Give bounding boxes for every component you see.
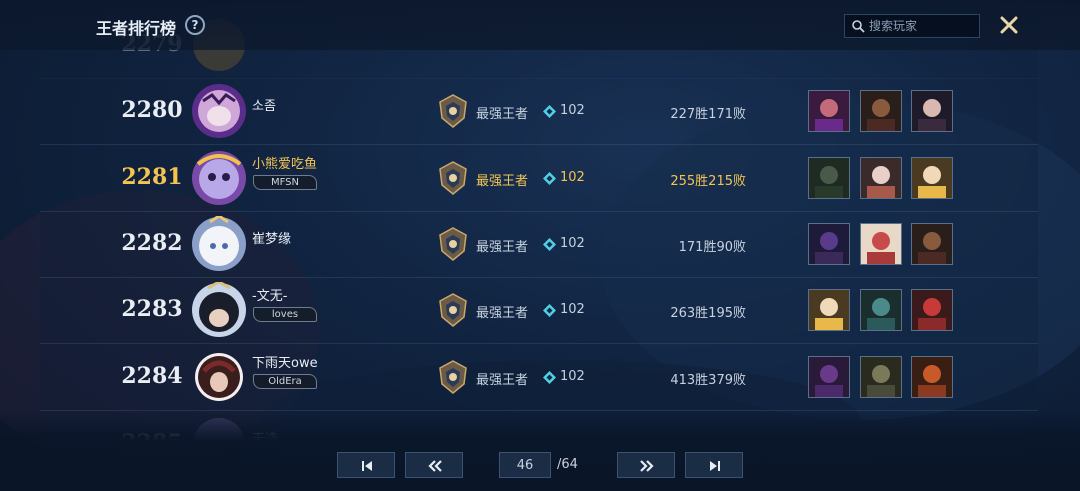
hero-portrait[interactable] [808, 90, 850, 132]
leaderboard-row[interactable]: 2280 소좀 最强王者 102 227胜171败 [40, 78, 1038, 145]
rank-number: 2281 [121, 164, 183, 190]
player-name[interactable]: 下雨天owe [252, 352, 318, 371]
next-page-button[interactable] [617, 452, 675, 478]
hero-portrait[interactable] [808, 223, 850, 265]
hero-portrait[interactable] [860, 223, 902, 265]
first-page-button[interactable] [337, 452, 395, 478]
hero-portrait[interactable] [808, 157, 850, 199]
hero-portrait[interactable] [860, 157, 902, 199]
help-icon[interactable]: ? [185, 15, 205, 35]
leaderboard-row-self[interactable]: 2281 小熊爱吃鱼 MFSN 最强王者 102 255胜215败 [40, 145, 1038, 212]
hero-portrait[interactable] [911, 289, 953, 331]
search-input[interactable] [869, 17, 973, 35]
last-page-button[interactable] [685, 452, 743, 478]
star-icon [543, 172, 556, 185]
hero-portrait[interactable] [911, 223, 953, 265]
win-loss-record: 255胜215败 [670, 174, 746, 189]
rank-number: 2283 [121, 296, 183, 322]
win-loss-record: 227胜171败 [670, 107, 746, 122]
star-count: 102 [560, 170, 585, 185]
search-box[interactable] [844, 14, 980, 38]
tier-emblem-icon [439, 161, 467, 195]
avatar[interactable] [190, 349, 248, 405]
star-icon [543, 304, 556, 317]
tier-emblem-icon [439, 360, 467, 394]
tier-name: 最强王者 [476, 107, 529, 122]
star-count: 102 [560, 103, 585, 118]
first-page-icon [362, 461, 372, 471]
player-name[interactable]: -文无- [252, 285, 287, 304]
win-loss-record: 263胜195败 [670, 306, 746, 321]
hero-portrait[interactable] [808, 289, 850, 331]
hero-portrait[interactable] [911, 157, 953, 199]
hero-portrait[interactable] [808, 356, 850, 398]
win-loss-record: 413胜379败 [670, 373, 746, 388]
double-chevron-right-icon [640, 460, 654, 472]
tier-emblem-icon [439, 293, 467, 327]
hero-portrait[interactable] [860, 289, 902, 331]
avatar[interactable] [190, 214, 248, 272]
leaderboard-row[interactable]: 2284 下雨天owe OldEra 最强王者 102 413胜379败 [40, 344, 1038, 411]
player-name[interactable]: 소좀 [252, 95, 276, 114]
hero-portrait[interactable] [860, 356, 902, 398]
leaderboard-list[interactable]: 2279 2280 소좀 最强王者 102 227胜171败 [40, 12, 1038, 440]
tier-emblem-icon [439, 227, 467, 261]
star-count: 102 [560, 236, 585, 251]
avatar[interactable] [190, 150, 248, 206]
star-count: 102 [560, 302, 585, 317]
hero-portrait[interactable] [860, 90, 902, 132]
page-title: 王者排行榜 [96, 19, 177, 38]
rank-number: 2284 [121, 363, 183, 389]
star-icon [543, 105, 556, 118]
guild-tag: OldEra [253, 374, 317, 389]
player-name[interactable]: 崔梦缘 [252, 228, 291, 247]
pagination: /64 [0, 452, 1080, 478]
rank-number: 2280 [121, 97, 183, 123]
double-chevron-left-icon [428, 460, 442, 472]
tier-emblem-icon [439, 94, 467, 128]
hero-portrait[interactable] [911, 356, 953, 398]
page-number-input[interactable] [499, 452, 551, 478]
tier-name: 最强王者 [476, 306, 529, 321]
leaderboard-row[interactable]: 2282 崔梦缘 最强王者 102 171胜90败 [40, 211, 1038, 278]
star-icon [543, 371, 556, 384]
close-icon[interactable] [998, 14, 1020, 36]
hero-portrait[interactable] [911, 90, 953, 132]
guild-tag: MFSN [253, 175, 317, 190]
star-icon [543, 238, 556, 251]
tier-name: 最强王者 [476, 174, 529, 189]
list-fade [0, 410, 1080, 491]
tier-name: 最强王者 [476, 240, 529, 255]
star-count: 102 [560, 369, 585, 384]
leaderboard-row[interactable]: 2283 -文无- loves 最强王者 102 263胜195败 [40, 277, 1038, 344]
rank-number: 2282 [121, 230, 183, 256]
avatar[interactable] [190, 280, 248, 338]
avatar[interactable] [190, 83, 248, 139]
player-name[interactable]: 小熊爱吃鱼 [252, 153, 317, 172]
page-total: /64 [557, 457, 578, 472]
top-bar: 王者排行榜 ? [0, 0, 1080, 50]
win-loss-record: 171胜90败 [678, 240, 746, 255]
tier-name: 最强王者 [476, 373, 529, 388]
last-page-icon [710, 461, 720, 471]
prev-page-button[interactable] [405, 452, 463, 478]
search-icon [852, 20, 865, 33]
guild-tag: loves [253, 307, 317, 322]
